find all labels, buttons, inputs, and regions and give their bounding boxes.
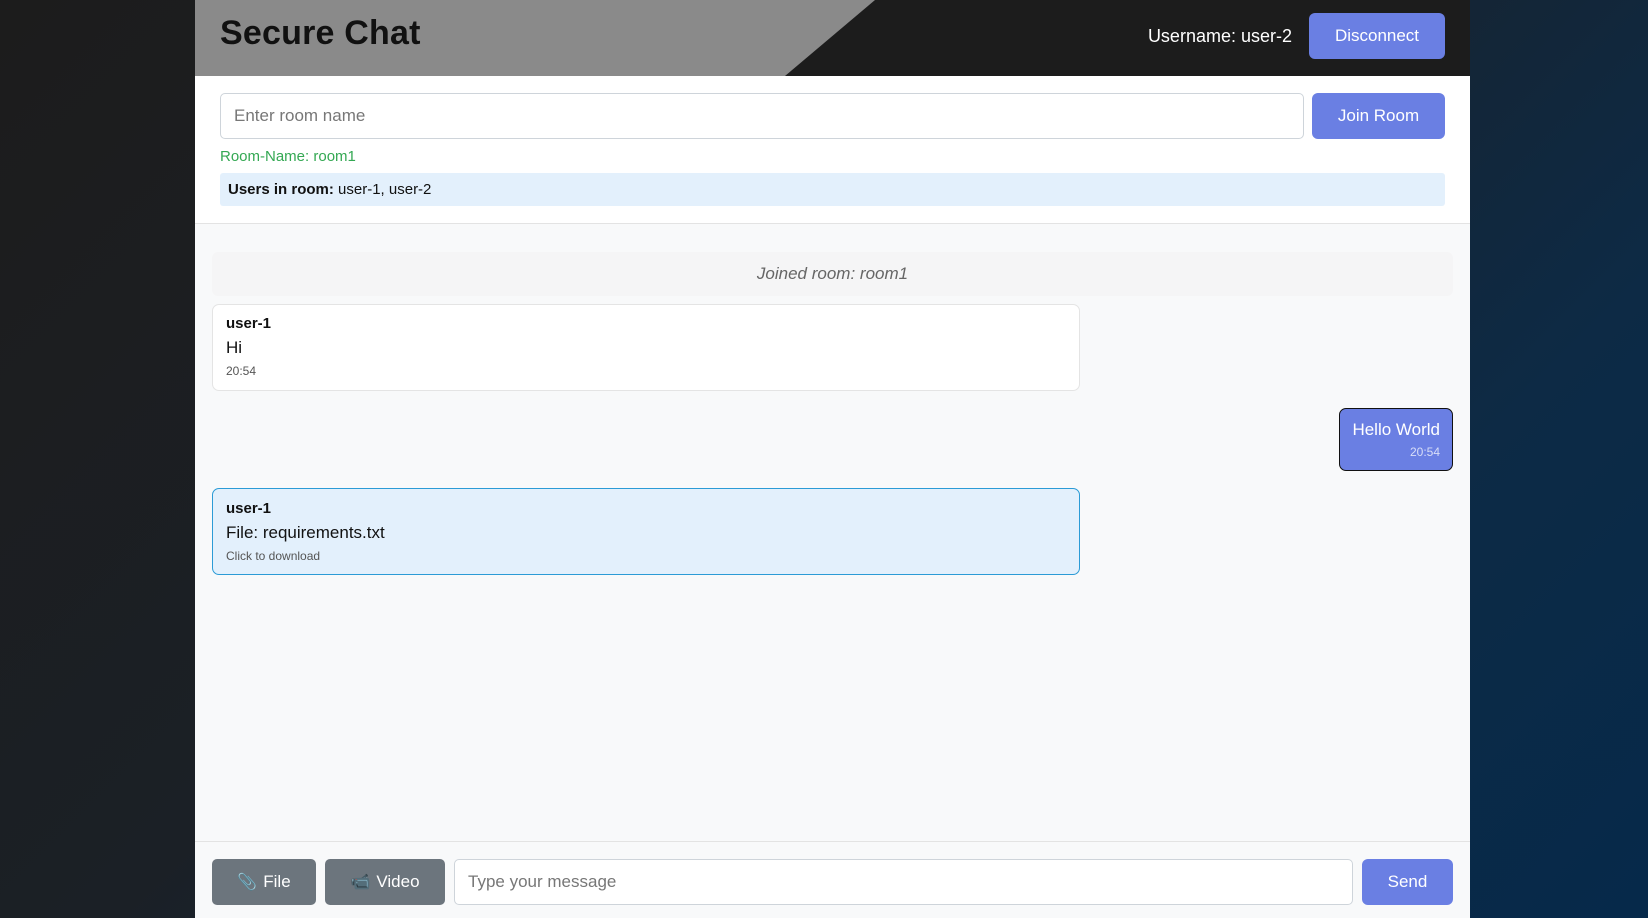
app-title: Secure Chat [220, 14, 421, 52]
download-hint: Click to download [226, 549, 321, 563]
username-label: Username: user-2 [1147, 25, 1292, 46]
sent-message-row: Hello World 20:54 [212, 408, 1453, 471]
app-header: Secure Chat Username: user-2 Disconnect [195, 0, 1470, 76]
message-time: 20:54 [226, 364, 257, 378]
file-name: File: requirements.txt [226, 523, 385, 542]
disconnect-button[interactable]: Disconnect [1309, 13, 1445, 59]
file-button[interactable]: 📎 File [212, 859, 316, 905]
message-input-bar: 📎 File 📹 Video Send [195, 841, 1470, 918]
video-button-label: Video [376, 872, 420, 891]
sent-message: Hello World 20:54 [1339, 408, 1453, 471]
file-message[interactable]: user-1 File: requirements.txt Click to d… [212, 488, 1080, 575]
users-in-room-label: Users in room: [228, 181, 334, 198]
message-text: Hi [226, 338, 243, 357]
message-sender: user-1 [226, 500, 272, 517]
users-in-room-list: user-1, user-2 [333, 181, 432, 198]
message-list[interactable]: Joined room: room1 user-1 Hi 20:54 Hello… [195, 224, 1470, 841]
room-name-input[interactable] [220, 93, 1304, 139]
join-room-button[interactable]: Join Room [1312, 93, 1445, 139]
chat-app: Secure Chat Username: user-2 Disconnect … [195, 0, 1470, 918]
room-join-row: Join Room [220, 93, 1445, 139]
header-user-area: Username: user-2 Disconnect [1148, 13, 1445, 59]
system-message: Joined room: room1 [212, 252, 1453, 296]
video-camera-icon: 📹 [350, 874, 371, 891]
current-room-name: Room-Name: room1 [220, 148, 356, 165]
paperclip-icon: 📎 [237, 874, 258, 891]
room-panel: Join Room Room-Name: room1 Users in room… [195, 76, 1470, 224]
file-button-label: File [263, 872, 291, 891]
video-button[interactable]: 📹 Video [325, 859, 445, 905]
message-input[interactable] [454, 859, 1353, 905]
received-message: user-1 Hi 20:54 [212, 304, 1080, 391]
users-in-room: Users in room: user-1, user-2 [220, 173, 1445, 206]
send-button[interactable]: Send [1362, 859, 1453, 905]
message-text: Hello World [1352, 420, 1440, 439]
message-time: 20:54 [1409, 445, 1440, 459]
message-sender: user-1 [226, 315, 272, 332]
